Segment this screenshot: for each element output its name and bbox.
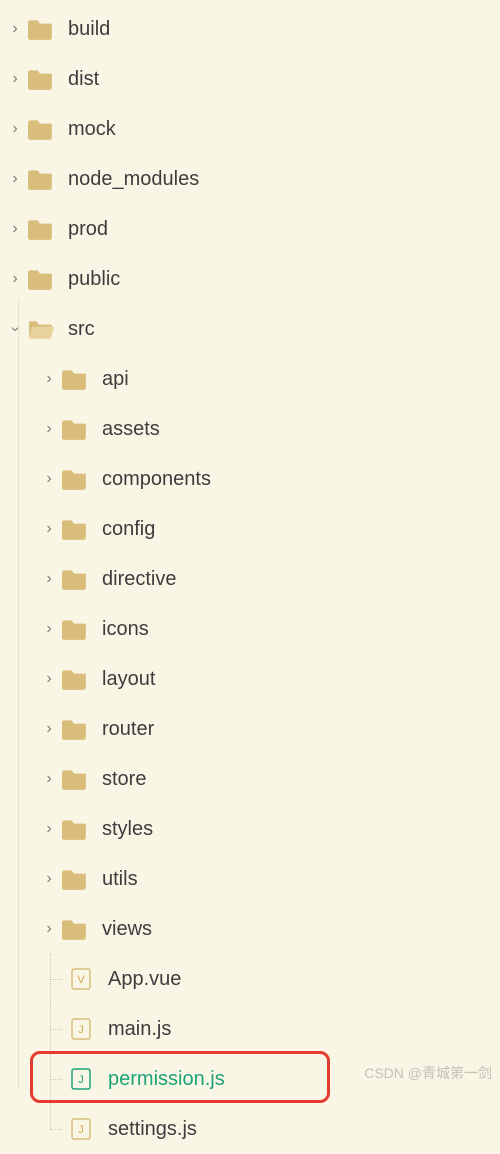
tree-item-mock[interactable]: › mock — [0, 104, 500, 154]
tree-item-app-vue[interactable]: App.vue — [0, 954, 500, 1004]
chevron-right-icon: › — [42, 520, 56, 538]
tree-item-label: api — [102, 368, 129, 391]
tree-item-label: App.vue — [108, 968, 181, 991]
tree-item-label: mock — [68, 118, 116, 141]
tree-item-label: dist — [68, 68, 99, 91]
folder-icon — [62, 668, 88, 690]
tree-item-label: views — [102, 918, 152, 941]
tree-item-label: layout — [102, 668, 155, 691]
folder-icon — [62, 468, 88, 490]
folder-open-icon — [28, 318, 54, 340]
chevron-down-icon: › — [6, 322, 24, 336]
chevron-right-icon: › — [8, 70, 22, 88]
folder-icon — [62, 718, 88, 740]
tree-item-label: prod — [68, 218, 108, 241]
watermark: CSDN @青城第一剑 — [364, 1063, 492, 1083]
chevron-right-icon: › — [8, 120, 22, 138]
chevron-right-icon: › — [42, 420, 56, 438]
tree-item-styles[interactable]: › styles — [0, 804, 500, 854]
folder-icon — [62, 868, 88, 890]
tree-item-label: assets — [102, 418, 160, 441]
tree-item-config[interactable]: › config — [0, 504, 500, 554]
tree-item-node-modules[interactable]: › node_modules — [0, 154, 500, 204]
tree-item-label: config — [102, 518, 155, 541]
tree-item-layout[interactable]: › layout — [0, 654, 500, 704]
tree-item-router[interactable]: › router — [0, 704, 500, 754]
tree-item-components[interactable]: › components — [0, 454, 500, 504]
folder-icon — [28, 68, 54, 90]
tree-item-label: utils — [102, 868, 138, 891]
file-tree: › build › dist › mock › node_modules › p… — [0, 0, 500, 1154]
tree-item-label: node_modules — [68, 168, 199, 191]
tree-item-label: permission.js — [108, 1068, 225, 1091]
tree-item-build[interactable]: › build — [0, 4, 500, 54]
tree-item-label: main.js — [108, 1018, 171, 1041]
folder-icon — [62, 368, 88, 390]
tree-item-public[interactable]: › public — [0, 254, 500, 304]
chevron-right-icon: › — [42, 870, 56, 888]
chevron-right-icon: › — [42, 370, 56, 388]
chevron-right-icon: › — [42, 920, 56, 938]
tree-item-label: src — [68, 318, 95, 341]
chevron-right-icon: › — [42, 620, 56, 638]
tree-item-views[interactable]: › views — [0, 904, 500, 954]
folder-icon — [28, 18, 54, 40]
chevron-right-icon: › — [42, 720, 56, 738]
folder-icon — [62, 518, 88, 540]
folder-icon — [28, 168, 54, 190]
folder-icon — [62, 918, 88, 940]
folder-icon — [62, 768, 88, 790]
chevron-right-icon: › — [8, 220, 22, 238]
chevron-right-icon: › — [42, 470, 56, 488]
folder-icon — [28, 218, 54, 240]
js-file-icon — [68, 1018, 94, 1040]
tree-item-store[interactable]: › store — [0, 754, 500, 804]
tree-item-prod[interactable]: › prod — [0, 204, 500, 254]
tree-item-utils[interactable]: › utils — [0, 854, 500, 904]
tree-item-main-js[interactable]: main.js — [0, 1004, 500, 1054]
chevron-right-icon: › — [8, 170, 22, 188]
folder-icon — [62, 818, 88, 840]
tree-item-label: styles — [102, 818, 153, 841]
folder-icon — [62, 568, 88, 590]
tree-item-label: router — [102, 718, 154, 741]
chevron-right-icon: › — [42, 820, 56, 838]
js-file-icon — [68, 1118, 94, 1140]
chevron-right-icon: › — [42, 570, 56, 588]
tree-item-label: directive — [102, 568, 176, 591]
tree-item-label: store — [102, 768, 146, 791]
chevron-right-icon: › — [42, 770, 56, 788]
tree-item-icons[interactable]: › icons — [0, 604, 500, 654]
folder-icon — [62, 618, 88, 640]
folder-icon — [28, 118, 54, 140]
tree-item-label: components — [102, 468, 211, 491]
tree-item-label: settings.js — [108, 1118, 197, 1141]
tree-item-src[interactable]: › src — [0, 304, 500, 354]
tree-item-settings-js[interactable]: settings.js — [0, 1104, 500, 1154]
folder-icon — [28, 268, 54, 290]
tree-item-label: icons — [102, 618, 149, 641]
tree-item-assets[interactable]: › assets — [0, 404, 500, 454]
tree-item-dist[interactable]: › dist — [0, 54, 500, 104]
tree-item-label: build — [68, 18, 110, 41]
chevron-right-icon: › — [42, 670, 56, 688]
chevron-right-icon: › — [8, 270, 22, 288]
tree-item-api[interactable]: › api — [0, 354, 500, 404]
folder-icon — [62, 418, 88, 440]
chevron-right-icon: › — [8, 20, 22, 38]
vue-file-icon — [68, 968, 94, 990]
tree-item-directive[interactable]: › directive — [0, 554, 500, 604]
tree-item-label: public — [68, 268, 120, 291]
